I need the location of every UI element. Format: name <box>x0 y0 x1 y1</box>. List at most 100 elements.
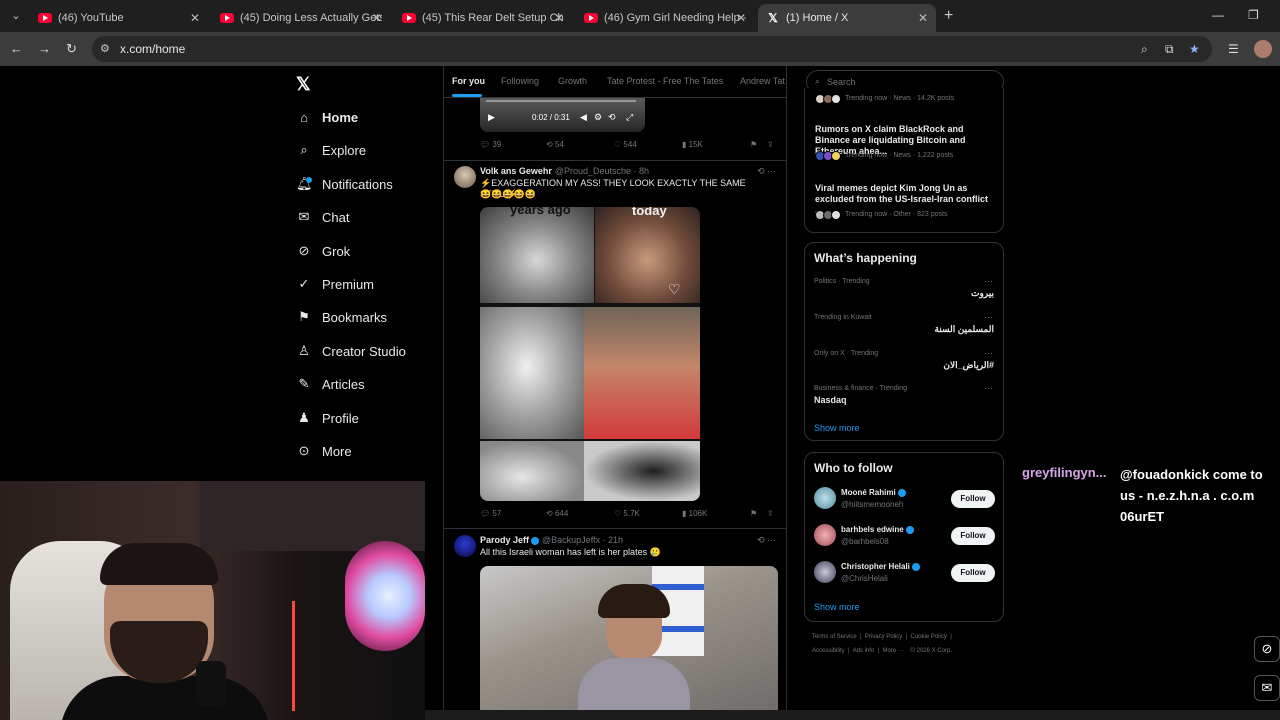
close-icon[interactable]: ✕ <box>554 11 564 25</box>
nav-grok[interactable]: ⊘ Grok <box>296 240 351 262</box>
play-icon[interactable]: ▶ <box>488 112 495 123</box>
user-name[interactable]: Christopher Helali <box>841 562 920 571</box>
trend-item[interactable]: المسلمين السنة <box>934 324 994 335</box>
browser-tab-active[interactable]: 𝕏 (1) Home / X ✕ <box>758 4 936 32</box>
browser-tab[interactable]: (46) Gym Girl Needing Help - Yo ✕ <box>576 4 754 32</box>
share-icon[interactable]: ⇪ <box>767 140 774 149</box>
back-icon[interactable]: ← <box>10 41 23 56</box>
nav-home[interactable]: ⌂ Home <box>296 106 358 128</box>
close-icon[interactable]: ✕ <box>736 11 746 25</box>
nav-profile[interactable]: ♟ Profile <box>296 407 359 429</box>
follow-button[interactable]: Follow <box>951 527 995 545</box>
volume-icon[interactable]: ◀ <box>580 112 587 123</box>
more-options-icon[interactable]: ⟲ ··· <box>757 166 776 177</box>
more-options-icon[interactable]: ··· <box>984 276 993 286</box>
browser-tab[interactable]: (45) Doing Less Actually Gets You ✕ <box>212 4 390 32</box>
like-button[interactable]: ♡ 544 <box>614 140 637 149</box>
user-name[interactable]: Mooné Rahimi <box>841 488 906 497</box>
avatar[interactable] <box>814 561 836 583</box>
tab-for-you[interactable]: For you <box>452 76 485 86</box>
like-button[interactable]: ♡ 5.7K <box>614 509 640 518</box>
nav-notifications[interactable]: 🔔︎ Notifications <box>296 173 393 195</box>
premium-icon: ✓ <box>298 276 310 291</box>
more-options-icon[interactable]: ··· <box>984 312 993 322</box>
tab-search-icon[interactable]: ⌄ <box>6 6 26 26</box>
install-icon[interactable]: ⧉ <box>1165 42 1174 57</box>
trend-item[interactable]: #الرياض_الان <box>943 360 994 371</box>
more-options-icon[interactable]: ⟲ ··· <box>757 535 776 546</box>
show-more-link[interactable]: Show more <box>814 602 860 612</box>
nav-creator-studio[interactable]: ♙ Creator Studio <box>296 340 406 362</box>
url-text[interactable]: x.com/home <box>120 42 185 56</box>
profile-avatar[interactable] <box>1254 40 1272 58</box>
browser-tab-bar: ⌄ (46) YouTube ✕ (45) Doing Less Actuall… <box>0 0 1280 32</box>
nav-explore[interactable]: ⌕ Explore <box>296 139 366 161</box>
post-author[interactable]: Volk ans Gewehr @Proud_Deutsche · 8h <box>480 166 649 176</box>
views-button[interactable]: ▮ 15K <box>682 140 703 149</box>
tab-andrew-tate[interactable]: Andrew Tat <box>740 76 785 86</box>
forward-icon[interactable]: → <box>38 41 51 56</box>
show-more-link[interactable]: Show more <box>814 423 860 433</box>
mail-icon[interactable]: ✉ <box>1254 675 1280 701</box>
share-icon[interactable]: ⇪ <box>767 509 774 518</box>
nav-bookmarks[interactable]: ⚑ Bookmarks <box>296 306 387 328</box>
video-player[interactable]: ▶ 0:02 / 0:31 ◀ ⚙ ⟲ ⤢ <box>480 98 645 132</box>
more-options-icon[interactable]: ··· <box>984 383 993 393</box>
trends-card: Trending now · News · 14.2K posts Rumors… <box>804 88 1004 233</box>
avatar[interactable] <box>454 166 476 188</box>
restore-icon[interactable]: ❐ <box>1248 8 1259 22</box>
video-progress-bar[interactable] <box>486 100 636 102</box>
views-button[interactable]: ▮ 106K <box>682 509 707 518</box>
reply-button[interactable]: 💬︎ 57 <box>480 509 501 518</box>
settings-icon[interactable]: ⚙ <box>594 112 602 123</box>
trend-item[interactable]: بيروت <box>971 288 994 299</box>
avatar[interactable] <box>454 535 476 557</box>
browser-tab[interactable]: (45) This Rear Delt Setup Change ✕ <box>394 4 572 32</box>
site-info-icon[interactable]: ⚙ <box>100 42 110 55</box>
user-handle[interactable]: @ChrisHelali <box>841 574 888 583</box>
avatar[interactable] <box>814 487 836 509</box>
tab-growth[interactable]: Growth <box>558 76 587 86</box>
nav-more[interactable]: ⊙ More <box>296 440 352 462</box>
follow-button[interactable]: Follow <box>951 490 995 508</box>
fullscreen-icon[interactable]: ⤢ <box>626 112 633 123</box>
bookmark-star-icon[interactable]: ★ <box>1189 42 1200 56</box>
user-name[interactable]: barhbels edwine <box>841 525 914 534</box>
nav-premium[interactable]: ✓ Premium <box>296 273 374 295</box>
post-image[interactable]: years ago today ♡ <box>480 207 700 501</box>
x-logo-icon[interactable]: 𝕏 <box>296 74 311 95</box>
post-author[interactable]: Parody Jeff @BackupJeffx · 21h <box>480 535 623 545</box>
loop-icon[interactable]: ⟲ <box>608 112 616 123</box>
more-icon: ⊙ <box>298 443 310 458</box>
reload-icon[interactable]: ↻ <box>66 41 77 57</box>
repost-button[interactable]: ⟲ 54 <box>546 140 564 149</box>
flag-stripe <box>652 584 704 590</box>
grok-icon[interactable]: ⊘ <box>1254 636 1280 662</box>
user-handle[interactable]: @barhbels08 <box>841 537 889 546</box>
close-icon[interactable]: ✕ <box>372 11 382 25</box>
bookmark-icon[interactable]: ⚑ <box>750 140 757 149</box>
bookmark-icon[interactable]: ⚑ <box>750 509 757 518</box>
avatar[interactable] <box>814 524 836 546</box>
heart-icon[interactable]: ♡ <box>668 281 681 298</box>
verified-icon <box>911 562 920 571</box>
minimize-icon[interactable]: — <box>1212 8 1224 22</box>
trend-item[interactable]: Nasdaq <box>814 395 847 405</box>
more-options-icon[interactable]: ··· <box>984 348 993 358</box>
nav-chat[interactable]: ✉ Chat <box>296 206 350 228</box>
tab-tate-protest[interactable]: Tate Protest - Free The Tates <box>607 76 723 86</box>
new-tab-icon[interactable]: + <box>944 7 953 25</box>
follow-button[interactable]: Follow <box>951 564 995 582</box>
nav-articles[interactable]: ✎ Articles <box>296 373 365 395</box>
tab-following[interactable]: Following <box>501 76 539 86</box>
reply-button[interactable]: 💬︎ 39 <box>480 140 501 149</box>
close-icon[interactable]: ✕ <box>190 11 200 25</box>
media-icon[interactable]: ☰ <box>1228 42 1239 56</box>
address-bar[interactable]: ⚙ x.com/home <box>92 36 1212 62</box>
zoom-icon[interactable]: ⌕ <box>1141 42 1148 57</box>
repost-button[interactable]: ⟲ 644 <box>546 509 568 518</box>
close-icon[interactable]: ✕ <box>918 11 928 25</box>
user-handle[interactable]: @hiitsmemooneh <box>841 500 903 509</box>
browser-tab[interactable]: (46) YouTube ✕ <box>30 4 208 32</box>
post-image[interactable] <box>480 566 778 720</box>
